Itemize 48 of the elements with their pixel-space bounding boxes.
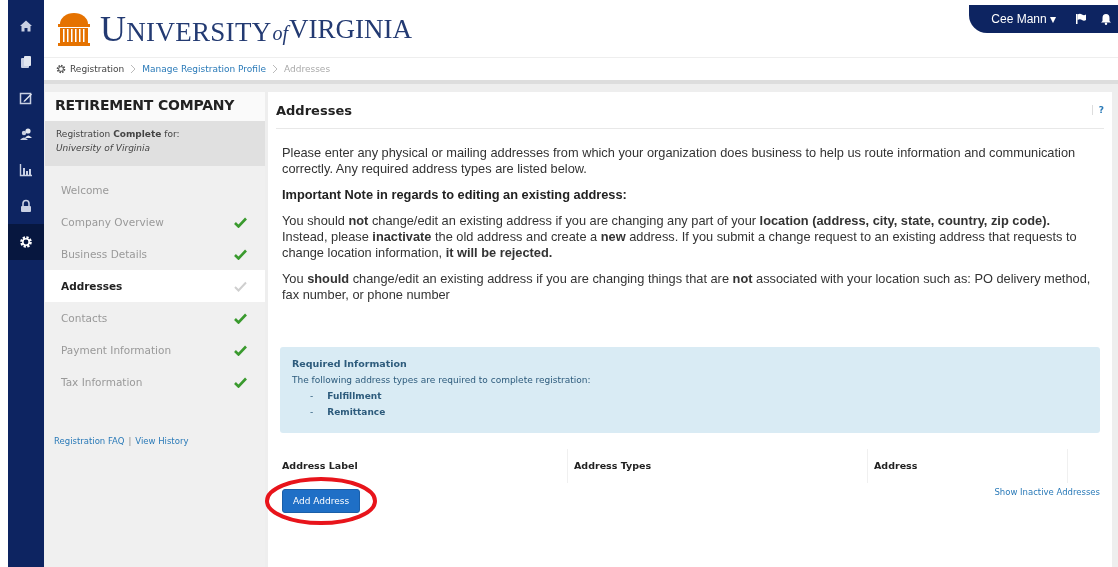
column-header: Address Types bbox=[568, 448, 868, 483]
home-icon bbox=[19, 19, 33, 33]
university-logo[interactable]: UNIVERSITYofVIRGINIA bbox=[56, 8, 413, 50]
breadcrumb-link[interactable]: Registration bbox=[56, 64, 125, 74]
lock-icon bbox=[19, 199, 33, 213]
chevron-icon bbox=[130, 64, 137, 74]
column-header: Address bbox=[868, 448, 1068, 483]
step-item[interactable]: Business Details bbox=[45, 238, 265, 270]
step-item[interactable]: Welcome bbox=[45, 174, 265, 206]
address-type: Fulfillment bbox=[327, 390, 382, 404]
history-link[interactable]: View History bbox=[135, 436, 189, 446]
breadcrumb-link[interactable]: Manage Registration Profile bbox=[142, 64, 266, 74]
column-header: Address Label bbox=[276, 448, 568, 483]
paragraph: Please enter any physical or mailing addresses from which your organization does business to help us route information and communication correctly. Any required address types are listed below. bbox=[282, 145, 1077, 177]
panel-title: Addresses bbox=[276, 102, 352, 118]
info-text: The following address types are required to complete registration: bbox=[292, 373, 592, 387]
documents-icon bbox=[19, 55, 33, 69]
settings-icon bbox=[19, 235, 33, 249]
help-link[interactable]: ? bbox=[1091, 105, 1104, 115]
faq-link[interactable]: Registration FAQ bbox=[54, 436, 125, 446]
rotunda-icon bbox=[56, 12, 92, 46]
rail-button[interactable] bbox=[8, 224, 44, 260]
address-type: Remittance bbox=[327, 406, 386, 420]
organization-name: University of Virginia bbox=[56, 141, 152, 155]
step-item[interactable]: Payment Information bbox=[45, 334, 265, 366]
add-address-button[interactable]: Add Address bbox=[282, 488, 361, 513]
breadcrumb-current: Addresses bbox=[284, 64, 331, 74]
paragraph: You should not change/edit an existing address if you are changing any part of your location (address, city, state, country, zip code). Instead, please inactivate the old address and create a new address. If you submit a change request to an existing address that requests to change location information, it will be rejected. bbox=[282, 212, 1078, 261]
step-item[interactable]: Addresses bbox=[45, 270, 265, 302]
paragraph: You should change/edit an existing address if you are changing things that are not associated with your location such as: PO delivery method, fax number, or phone number bbox=[282, 270, 1092, 303]
info-title: Required Information bbox=[292, 356, 408, 371]
note-heading: Important Note in regards to editing an existing address: bbox=[282, 186, 628, 203]
flag-icon[interactable] bbox=[1075, 13, 1087, 25]
list-dash: - bbox=[310, 390, 314, 404]
settings-icon bbox=[56, 64, 66, 74]
status-text: Registration Complete for: bbox=[56, 128, 181, 141]
step-item[interactable]: Tax Information bbox=[45, 366, 265, 398]
bell-icon[interactable] bbox=[1100, 13, 1112, 25]
list-dash: - bbox=[310, 406, 314, 420]
chevron-icon bbox=[272, 64, 278, 74]
user-menu[interactable]: Cee Mann ▾ bbox=[991, 12, 1056, 26]
link-separator: | bbox=[128, 436, 132, 446]
chart-icon bbox=[19, 163, 33, 177]
pencil-icon bbox=[19, 91, 33, 105]
step-item[interactable]: Company Overview bbox=[45, 206, 265, 238]
company-name: RETIREMENT COMPANY bbox=[45, 92, 265, 121]
step-item[interactable]: Contacts bbox=[45, 302, 265, 334]
people-icon bbox=[19, 127, 33, 141]
